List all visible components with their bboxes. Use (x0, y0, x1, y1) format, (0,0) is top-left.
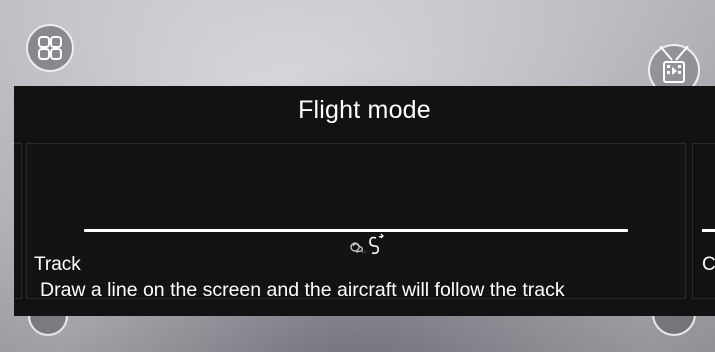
next-mode-indicator (702, 229, 715, 232)
selected-mode-indicator (84, 229, 628, 232)
hand-drawing-track-icon (350, 233, 384, 255)
menu-button[interactable] (26, 24, 74, 72)
mode-description-track: Draw a line on the screen and the aircra… (40, 279, 565, 301)
grid-menu-icon (38, 36, 62, 60)
previous-mode-card[interactable] (14, 143, 22, 299)
mode-card-track[interactable] (26, 143, 686, 299)
flight-mode-panel: Flight mode Track Draw a line on the scr… (14, 86, 715, 316)
panel-title: Flight mode (298, 96, 431, 124)
mode-title-next: C (702, 254, 715, 275)
mode-title-track: Track (34, 254, 81, 275)
